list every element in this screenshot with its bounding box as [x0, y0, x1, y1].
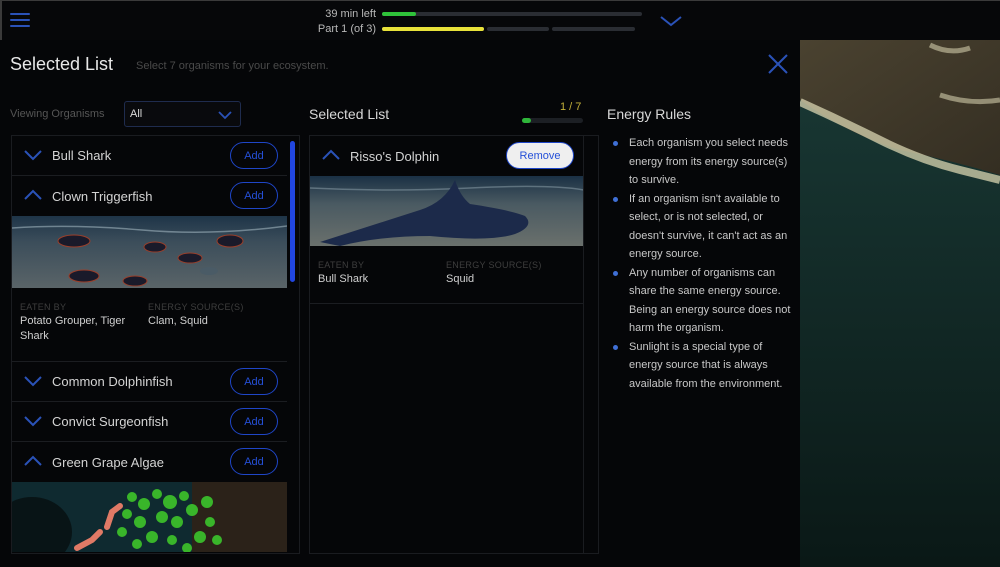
organism-list: Bull Shark Add Clown Triggerfish Add EAT…	[11, 135, 300, 554]
energy-rules-list: Each organism you select needs energy fr…	[610, 134, 795, 393]
chevron-up-icon[interactable]	[322, 149, 340, 161]
clown-triggerfish-image	[12, 216, 287, 288]
list-item[interactable]: Common Dolphinfish Add	[12, 362, 287, 402]
energy-source-label: ENERGY SOURCE(S)	[446, 260, 542, 270]
filter-selected-value: All	[130, 108, 143, 120]
energy-source-value: Clam, Squid	[148, 315, 208, 327]
collapse-button[interactable]	[658, 13, 684, 29]
add-button[interactable]: Add	[230, 142, 278, 169]
organism-name: Green Grape Algae	[52, 454, 165, 470]
organism-name: Common Dolphinfish	[52, 374, 173, 389]
add-button[interactable]: Add	[230, 408, 278, 435]
eaten-by-label: EATEN BY	[318, 260, 365, 270]
part-segment	[552, 27, 635, 31]
ecosystem-scene-image	[800, 40, 1000, 567]
part-label: Part 1 (of 3)	[317, 23, 376, 35]
energy-rule: Any number of organisms can share the sa…	[610, 264, 795, 338]
list-item[interactable]: Green Grape Algae Add	[12, 442, 287, 482]
add-button[interactable]: Add	[230, 182, 278, 209]
organism-details: EATEN BY Bull Shark ENERGY SOURCE(S) Squ…	[310, 246, 583, 304]
energy-source-label: ENERGY SOURCE(S)	[148, 302, 244, 312]
organism-name: Convict Surgeonfish	[52, 414, 169, 429]
eaten-by-value: Potato Grouper, Tiger Shark	[20, 315, 126, 342]
part-progress-bar	[382, 27, 638, 31]
organism-image	[12, 482, 287, 552]
organism-image	[310, 176, 583, 246]
close-button[interactable]	[766, 52, 790, 76]
part-segment-fill	[382, 27, 484, 31]
selected-count: 1 / 7	[560, 101, 582, 113]
organism-name: Clown Triggerfish	[52, 188, 153, 204]
bullet-icon	[613, 270, 618, 276]
selected-list: Risso's Dolphin Remove EATEN BY Bull Sha…	[309, 135, 599, 554]
seafloor-image	[800, 40, 1000, 567]
chevron-down-icon[interactable]	[24, 149, 42, 161]
add-button[interactable]: Add	[230, 448, 278, 475]
organism-name: Risso's Dolphin	[350, 148, 440, 164]
page-subtitle: Select 7 organisms for your ecosystem.	[136, 60, 329, 72]
part-segment	[487, 27, 549, 31]
bullet-icon	[613, 196, 618, 202]
chevron-down-icon[interactable]	[24, 375, 42, 387]
organism-image	[12, 216, 287, 288]
time-progress-bar	[382, 12, 642, 16]
part-segment	[382, 27, 484, 31]
organism-name: Bull Shark	[52, 148, 112, 163]
energy-source-value: Squid	[446, 273, 475, 285]
list-item[interactable]: Clown Triggerfish Add	[12, 176, 287, 216]
bullet-icon	[613, 344, 618, 350]
energy-rules-title: Energy Rules	[607, 106, 692, 122]
top-bar: 39 min left Part 1 (of 3)	[0, 0, 1000, 40]
organism-details: EATEN BY Potato Grouper, Tiger Shark ENE…	[12, 288, 287, 362]
time-remaining-row: 39 min left	[292, 8, 652, 20]
list-item[interactable]: Convict Surgeonfish Add	[12, 402, 287, 442]
list-scrollbar[interactable]	[290, 141, 295, 282]
selected-item[interactable]: Risso's Dolphin Remove	[310, 136, 583, 176]
close-icon	[768, 54, 788, 74]
eaten-by-value: Bull Shark	[318, 273, 369, 285]
remove-button[interactable]: Remove	[506, 142, 574, 169]
chevron-down-icon	[660, 16, 682, 27]
selected-list-title: Selected List	[309, 106, 390, 122]
filter-label: Viewing Organisms	[10, 108, 105, 120]
chevron-down-icon[interactable]	[24, 415, 42, 427]
part-progress-row: Part 1 (of 3)	[292, 23, 652, 35]
chevron-up-icon[interactable]	[24, 455, 42, 467]
menu-button[interactable]	[10, 13, 30, 29]
selected-progress-fill	[522, 118, 531, 123]
hamburger-menu-icon	[10, 13, 30, 15]
time-progress-fill	[382, 12, 416, 16]
selected-progress-bar	[522, 118, 583, 123]
chevron-down-icon	[218, 111, 232, 120]
energy-rule: Each organism you select needs energy fr…	[610, 134, 795, 190]
eaten-by-label: EATEN BY	[20, 302, 67, 312]
page-title: Selected List	[10, 54, 114, 74]
time-left-label: 39 min left	[325, 8, 376, 20]
list-item[interactable]: Bull Shark Add	[12, 136, 287, 176]
chevron-up-icon[interactable]	[24, 189, 42, 201]
green-grape-algae-image	[12, 482, 287, 552]
organism-filter-select[interactable]: All	[124, 101, 241, 127]
add-button[interactable]: Add	[230, 368, 278, 395]
rissos-dolphin-image	[310, 176, 583, 246]
bullet-icon	[613, 141, 618, 146]
energy-rule: If an organism isn't available to select…	[610, 190, 795, 264]
energy-rule: Sunlight is a special type of energy sou…	[610, 338, 795, 394]
